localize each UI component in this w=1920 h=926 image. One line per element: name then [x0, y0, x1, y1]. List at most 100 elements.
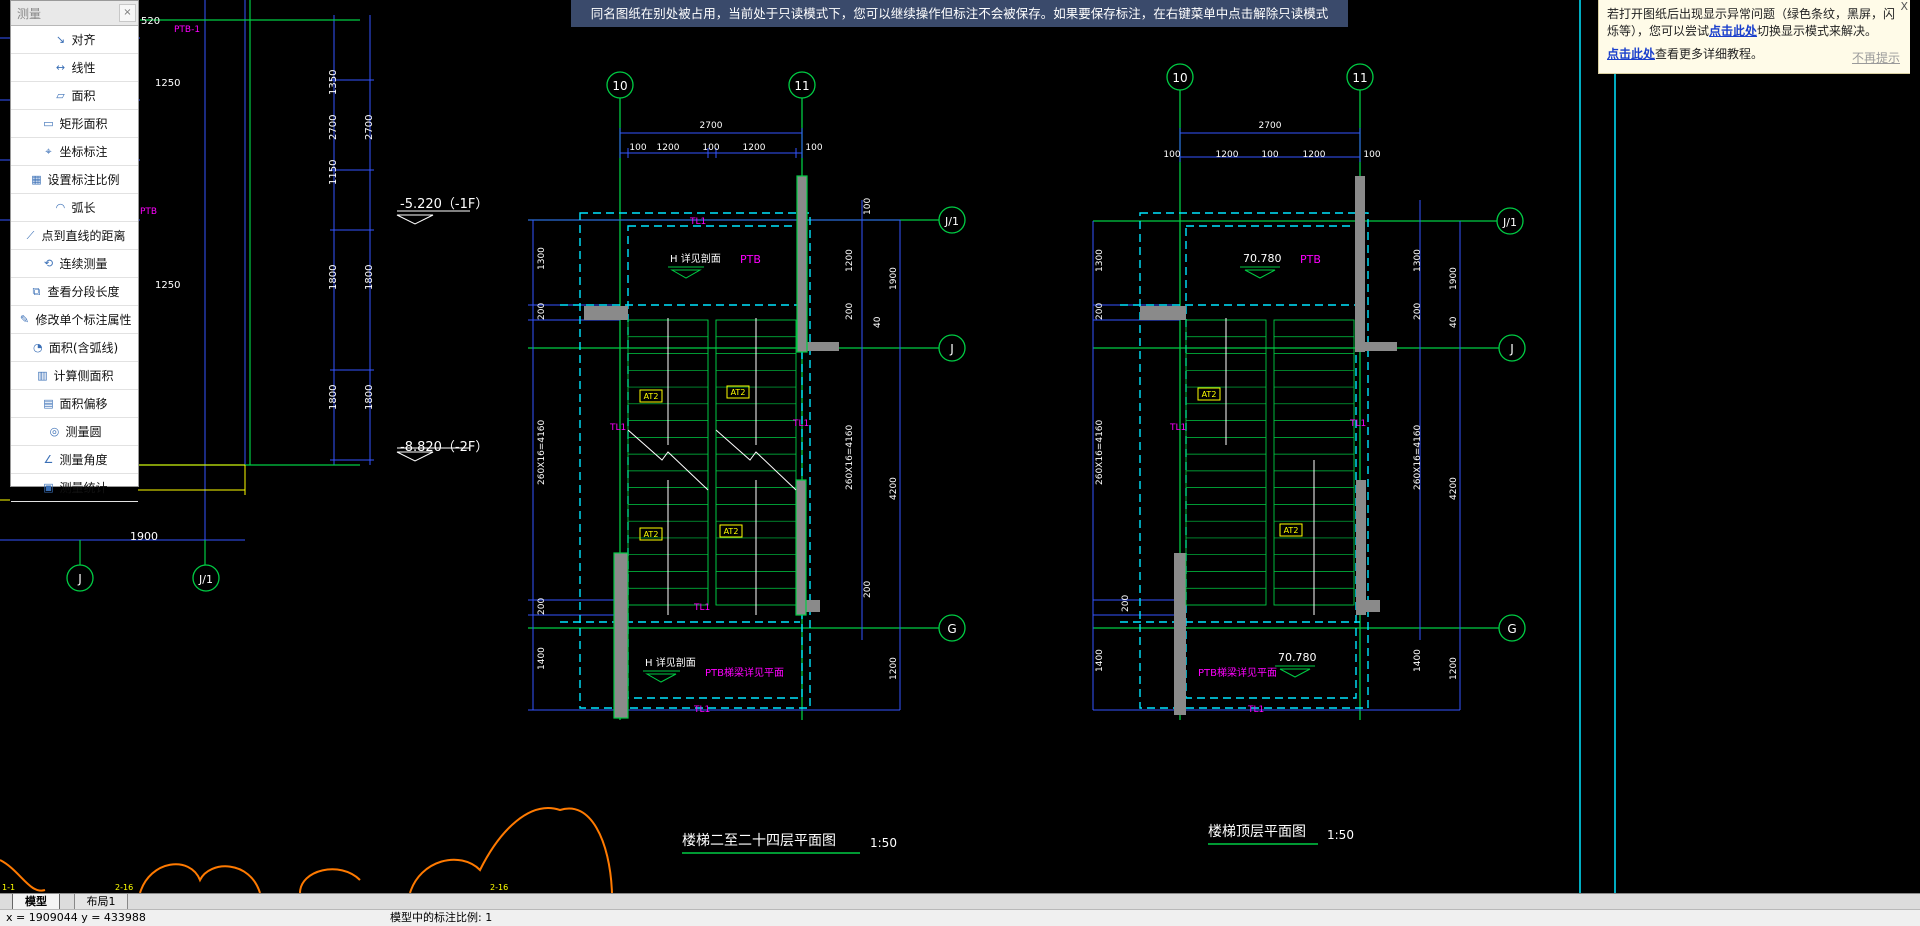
measure-tool-11[interactable]: ✎ 修改单个标注属性: [11, 306, 138, 334]
svg-text:2700: 2700: [364, 115, 375, 140]
svg-text:TL1: TL1: [693, 705, 710, 715]
svg-text:AT2: AT2: [724, 527, 739, 536]
tool-label: 测量圆: [65, 425, 102, 439]
tool-label: 测量统计: [59, 481, 108, 495]
close-icon[interactable]: ×: [119, 4, 136, 22]
svg-text:1200: 1200: [1216, 150, 1239, 160]
tool-icon: ▭: [43, 117, 54, 130]
tip-line-1: 若打开图纸后出现显示异常问题（绿色条纹，黑屏，闪烁等），您可以尝试点击此处切换显…: [1607, 7, 1896, 38]
svg-text:1800: 1800: [328, 385, 339, 410]
svg-text:1350: 1350: [328, 70, 339, 95]
tool-icon: ⧉: [32, 284, 41, 298]
tool-label: 修改单个标注属性: [35, 313, 132, 327]
measure-tool-6[interactable]: ▦ 设置标注比例: [11, 166, 138, 194]
tool-icon: ⟲: [43, 257, 54, 270]
measure-tool-9[interactable]: ⟲ 连续测量: [11, 250, 138, 278]
svg-text:100: 100: [805, 143, 822, 153]
svg-text:1400: 1400: [1413, 649, 1423, 672]
elevation-label-1: -5.220（-1F）: [400, 197, 488, 212]
svg-text:1800: 1800: [364, 385, 375, 410]
svg-text:TL1: TL1: [689, 217, 706, 227]
axis-label-10-b: 10: [1172, 71, 1187, 85]
plan1-scale: 1:50: [870, 836, 897, 850]
tool-label: 设置标注比例: [47, 173, 120, 187]
svg-text:1200: 1200: [1449, 657, 1459, 680]
svg-text:200: 200: [863, 581, 873, 598]
svg-text:2-16: 2-16: [115, 883, 133, 892]
svg-text:1-1: 1-1: [2, 883, 15, 892]
svg-text:200: 200: [537, 303, 547, 320]
svg-text:100: 100: [1163, 150, 1180, 160]
plan2-scale: 1:50: [1327, 828, 1354, 842]
tool-label: 点到直线的距离: [41, 229, 126, 243]
tool-label: 连续测量: [59, 257, 108, 271]
measure-panel: 测量 × ↘ 对齐 ↔ 线性 ▱ 面积 ▭ 矩形面积 ⌖ 坐标标注 ▦ 设置标注比例 ◠ 弧长 ⟋ 点到直线的…: [10, 0, 139, 502]
measure-tool-10[interactable]: ⧉ 查看分段长度: [11, 278, 138, 306]
svg-text:1250: 1250: [155, 78, 180, 89]
svg-text:1300: 1300: [1413, 249, 1423, 272]
svg-text:TL1: TL1: [1247, 705, 1264, 715]
tool-label: 坐标标注: [59, 145, 108, 159]
tool-icon: ▥: [37, 369, 48, 382]
layout-tabbar: 模型 布局1: [0, 893, 1920, 910]
svg-text:1900: 1900: [130, 530, 158, 543]
svg-text:1800: 1800: [328, 265, 339, 290]
measure-tool-17[interactable]: ▣ 测量统计: [11, 474, 138, 502]
measure-panel-title: 测量: [17, 7, 42, 21]
svg-text:AT2: AT2: [644, 530, 659, 539]
tutorial-link[interactable]: 点击此处: [1607, 47, 1655, 61]
measure-tool-16[interactable]: ∠ 测量角度: [11, 446, 138, 474]
measure-tool-1[interactable]: ↘ 对齐: [11, 26, 138, 54]
tool-icon: ⟋: [26, 228, 35, 242]
svg-text:1200: 1200: [657, 143, 680, 153]
measure-tool-3[interactable]: ▱ 面积: [11, 82, 138, 110]
measure-tool-2[interactable]: ↔ 线性: [11, 54, 138, 82]
measure-panel-header[interactable]: 测量 ×: [11, 1, 138, 26]
svg-text:AT2: AT2: [644, 392, 659, 401]
close-icon[interactable]: X: [1900, 0, 1908, 15]
svg-text:TL1: TL1: [609, 423, 626, 433]
tool-icon: ◠: [55, 201, 66, 214]
svg-text:4200: 4200: [1449, 477, 1459, 500]
dont-show-again-link[interactable]: 不再提示: [1852, 50, 1900, 67]
svg-text:200: 200: [1121, 595, 1131, 612]
measure-tool-8[interactable]: ⟋ 点到直线的距离: [11, 222, 138, 250]
tool-icon: ▣: [43, 481, 54, 494]
svg-text:PTB: PTB: [740, 253, 761, 266]
plan1-title: 楼梯二至二十四层平面图: [682, 833, 836, 849]
elevation-label-2: -8.820（-2F）: [400, 440, 488, 455]
measure-tool-12[interactable]: ◔ 面积(含弧线): [11, 334, 138, 362]
tool-icon: ▱: [56, 89, 65, 102]
measure-tool-13[interactable]: ▥ 计算侧面积: [11, 362, 138, 390]
tab-model[interactable]: 模型: [12, 894, 60, 910]
cad-drawing-canvas[interactable]: -5.220（-1F） -8.820（-2F） 1250 1250 1900 5…: [0, 0, 1920, 893]
axis-label-J: J: [949, 342, 954, 356]
tool-label: 线性: [71, 61, 96, 75]
svg-text:40: 40: [873, 316, 883, 328]
tab-layout1[interactable]: 布局1: [74, 894, 128, 910]
svg-text:40: 40: [1449, 316, 1459, 328]
svg-text:2700: 2700: [1259, 121, 1282, 131]
svg-text:200: 200: [537, 598, 547, 615]
tool-label: 测量角度: [59, 453, 108, 467]
measure-tool-7[interactable]: ◠ 弧长: [11, 194, 138, 222]
svg-text:2700: 2700: [700, 121, 723, 131]
svg-text:PTB: PTB: [1300, 253, 1321, 266]
measure-tool-5[interactable]: ⌖ 坐标标注: [11, 138, 138, 166]
svg-text:1250: 1250: [155, 280, 180, 291]
measure-tool-4[interactable]: ▭ 矩形面积: [11, 110, 138, 138]
svg-text:1900: 1900: [889, 267, 899, 290]
tool-label: 面积: [71, 89, 96, 103]
measure-tool-15[interactable]: ◎ 测量圆: [11, 418, 138, 446]
tool-icon: ◔: [33, 341, 43, 354]
axis-label-J-left: J: [77, 572, 82, 586]
axis-label-G-b: G: [1507, 622, 1516, 636]
switch-display-mode-link[interactable]: 点击此处: [1709, 24, 1757, 38]
svg-text:1400: 1400: [537, 647, 547, 670]
tool-label: 查看分段长度: [47, 285, 120, 299]
svg-text:100: 100: [863, 198, 873, 215]
svg-text:TL1: TL1: [693, 603, 710, 613]
measure-tool-14[interactable]: ▤ 面积偏移: [11, 390, 138, 418]
svg-text:2700: 2700: [328, 115, 339, 140]
tool-icon: ▤: [43, 397, 54, 410]
